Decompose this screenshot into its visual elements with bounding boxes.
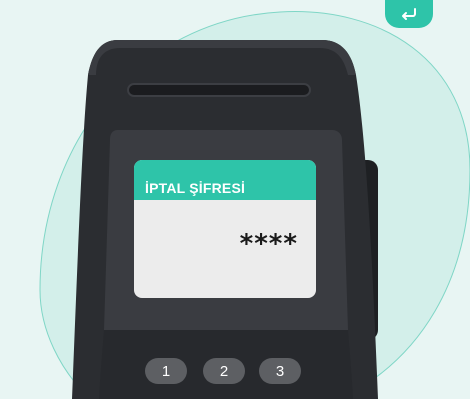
keypad-key-3[interactable]: 3 [259,358,301,384]
card-slot [127,83,311,97]
pin-masked-value: **** [239,229,298,259]
keypad-key-1[interactable]: 1 [145,358,187,384]
scene-background [39,11,470,399]
screen-title: İPTAL ŞİFRESİ [145,180,246,196]
enter-button[interactable] [385,0,433,28]
payment-terminal-scene: İPTAL ŞİFRESİ **** 1 2 3 [0,0,470,399]
enter-return-icon [402,8,416,20]
keypad-key-2[interactable]: 2 [203,358,245,384]
